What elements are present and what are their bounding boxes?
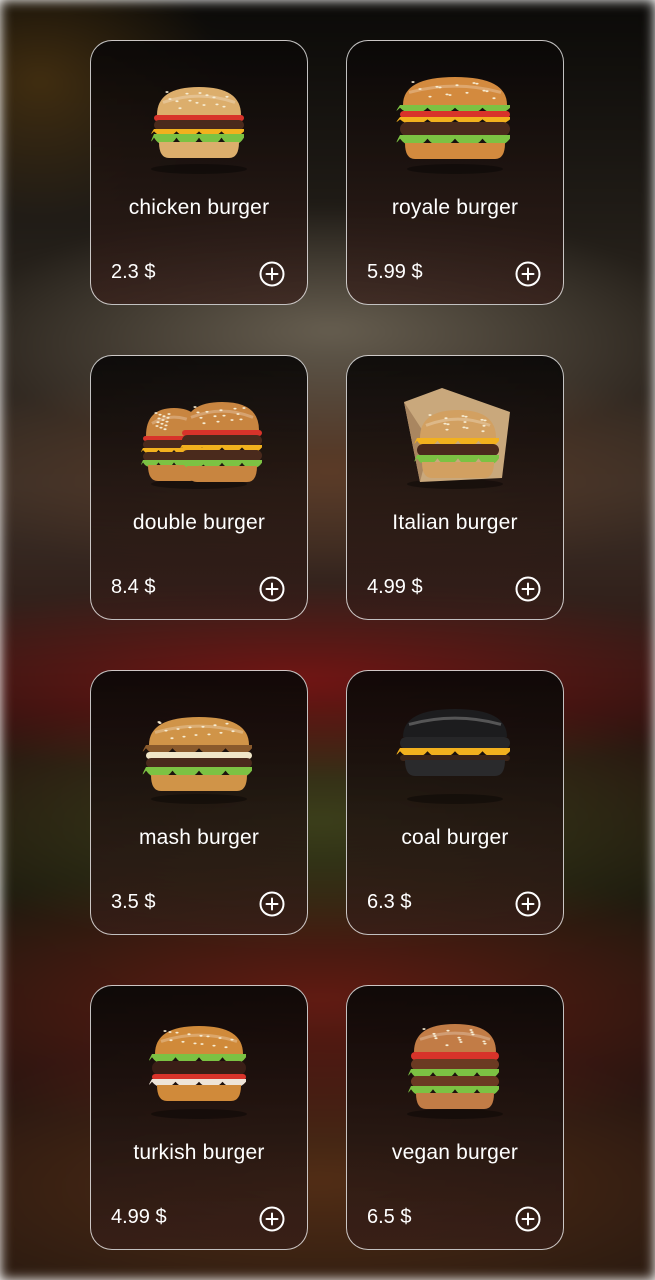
plus-circle-icon[interactable] bbox=[259, 891, 285, 917]
product-card[interactable]: chicken burger 2.3 $ bbox=[90, 40, 308, 305]
product-price: 8.4 $ bbox=[111, 576, 156, 598]
mash-burger-image bbox=[142, 717, 252, 804]
product-name: royale burger bbox=[391, 196, 519, 219]
product-card[interactable]: Italian burger 4.99 $ bbox=[346, 355, 564, 620]
plus-circle-icon[interactable] bbox=[515, 261, 541, 287]
coal-burger-image bbox=[396, 709, 510, 804]
product-price: 4.99 $ bbox=[367, 576, 423, 598]
chicken-burger-image bbox=[151, 87, 247, 174]
italian-burger-image bbox=[404, 388, 510, 489]
product-price: 6.5 $ bbox=[367, 1206, 412, 1228]
plus-circle-icon[interactable] bbox=[259, 576, 285, 602]
product-grid: chicken burger 2.3 $ royale burger 5.99 … bbox=[0, 0, 655, 1280]
product-price: 3.5 $ bbox=[111, 891, 156, 913]
plus-circle-icon[interactable] bbox=[515, 1206, 541, 1232]
product-name: coal burger bbox=[401, 826, 509, 849]
product-card[interactable]: double burger 8.4 $ bbox=[90, 355, 308, 620]
product-price: 6.3 $ bbox=[367, 891, 412, 913]
product-name: mash burger bbox=[138, 826, 260, 849]
plus-circle-icon[interactable] bbox=[515, 576, 541, 602]
plus-circle-icon[interactable] bbox=[259, 261, 285, 287]
plus-circle-icon[interactable] bbox=[515, 891, 541, 917]
product-name: chicken burger bbox=[128, 196, 270, 219]
double-burger-image bbox=[141, 402, 262, 489]
product-name: vegan burger bbox=[391, 1141, 519, 1164]
vegan-burger-image bbox=[407, 1024, 503, 1119]
royale-burger-image bbox=[396, 77, 510, 174]
product-name: turkish burger bbox=[133, 1141, 265, 1164]
product-price: 4.99 $ bbox=[111, 1206, 167, 1228]
product-card[interactable]: vegan burger 6.5 $ bbox=[346, 985, 564, 1250]
turkish-burger-image bbox=[149, 1026, 247, 1119]
plus-circle-icon[interactable] bbox=[259, 1206, 285, 1232]
product-price: 5.99 $ bbox=[367, 261, 423, 283]
product-name: double burger bbox=[132, 511, 266, 534]
product-card[interactable]: turkish burger 4.99 $ bbox=[90, 985, 308, 1250]
product-card[interactable]: mash burger 3.5 $ bbox=[90, 670, 308, 935]
product-price: 2.3 $ bbox=[111, 261, 156, 283]
product-card[interactable]: coal burger 6.3 $ bbox=[346, 670, 564, 935]
product-name: Italian burger bbox=[392, 511, 518, 534]
product-card[interactable]: royale burger 5.99 $ bbox=[346, 40, 564, 305]
